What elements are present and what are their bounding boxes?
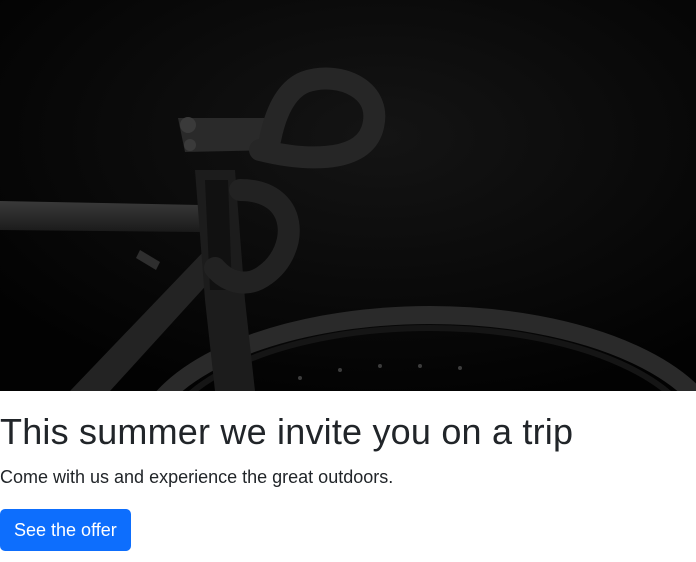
hero-image [0, 0, 696, 391]
see-offer-button[interactable]: See the offer [0, 509, 131, 551]
subtitle: Come with us and experience the great ou… [0, 467, 394, 487]
page-title: This summer we invite you on a trip [0, 411, 574, 452]
bicycle-illustration [0, 0, 696, 391]
